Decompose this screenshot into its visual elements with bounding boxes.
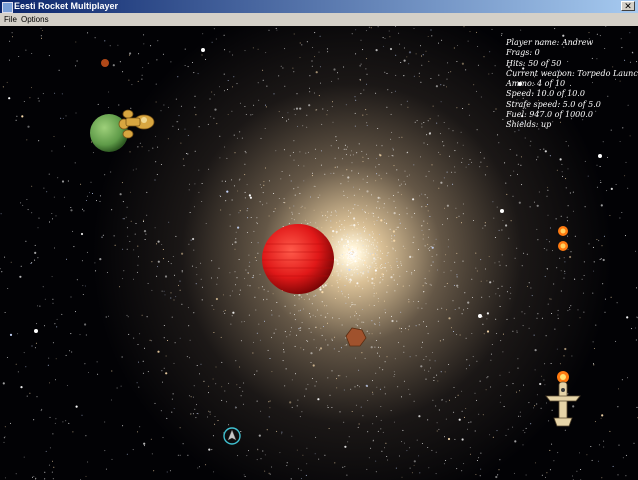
- hud-panel: Player name: Andrew Frags: 0 Hits: 50 of…: [506, 38, 638, 131]
- hud-player-name: Player name: Andrew: [506, 38, 594, 47]
- menu-file[interactable]: File: [4, 14, 17, 25]
- game-viewport[interactable]: Player name: Andrew Frags: 0 Hits: 50 of…: [0, 26, 638, 480]
- menu-options[interactable]: Options: [21, 14, 49, 25]
- hud-hits: Hits: 50 of 50: [506, 58, 562, 68]
- window-title: Eesti Rocket Multiplayer: [14, 1, 119, 11]
- rocket-ship-icon: [545, 371, 581, 427]
- close-button[interactable]: ✕: [621, 1, 635, 12]
- golden-ship-icon: [118, 109, 155, 139]
- player-reticle-icon: [223, 427, 241, 445]
- hud-strafe-speed: Strafe speed: 5.0 of 5.0: [506, 99, 601, 109]
- hud-fuel: Fuel: 947.0 of 1000.0: [506, 110, 593, 120]
- hud-ammo: Ammo: 4 of 10: [506, 79, 566, 89]
- hud-weapon: Current weapon: Torpedo Launcher: [506, 68, 638, 78]
- red-planet-icon: [262, 224, 334, 294]
- asteroid-icon: [345, 327, 367, 347]
- app-icon: [2, 2, 13, 13]
- fireball-icon: [558, 226, 568, 251]
- window-titlebar: Eesti Rocket Multiplayer ✕: [0, 0, 638, 13]
- small-asteroid-icon: [101, 59, 109, 67]
- hud-frags: Frags: 0: [506, 48, 540, 58]
- menu-bar: File Options: [0, 13, 638, 26]
- hud-shields: Shields: up: [506, 120, 552, 130]
- hud-speed: Speed: 10.0 of 10.0: [506, 89, 585, 99]
